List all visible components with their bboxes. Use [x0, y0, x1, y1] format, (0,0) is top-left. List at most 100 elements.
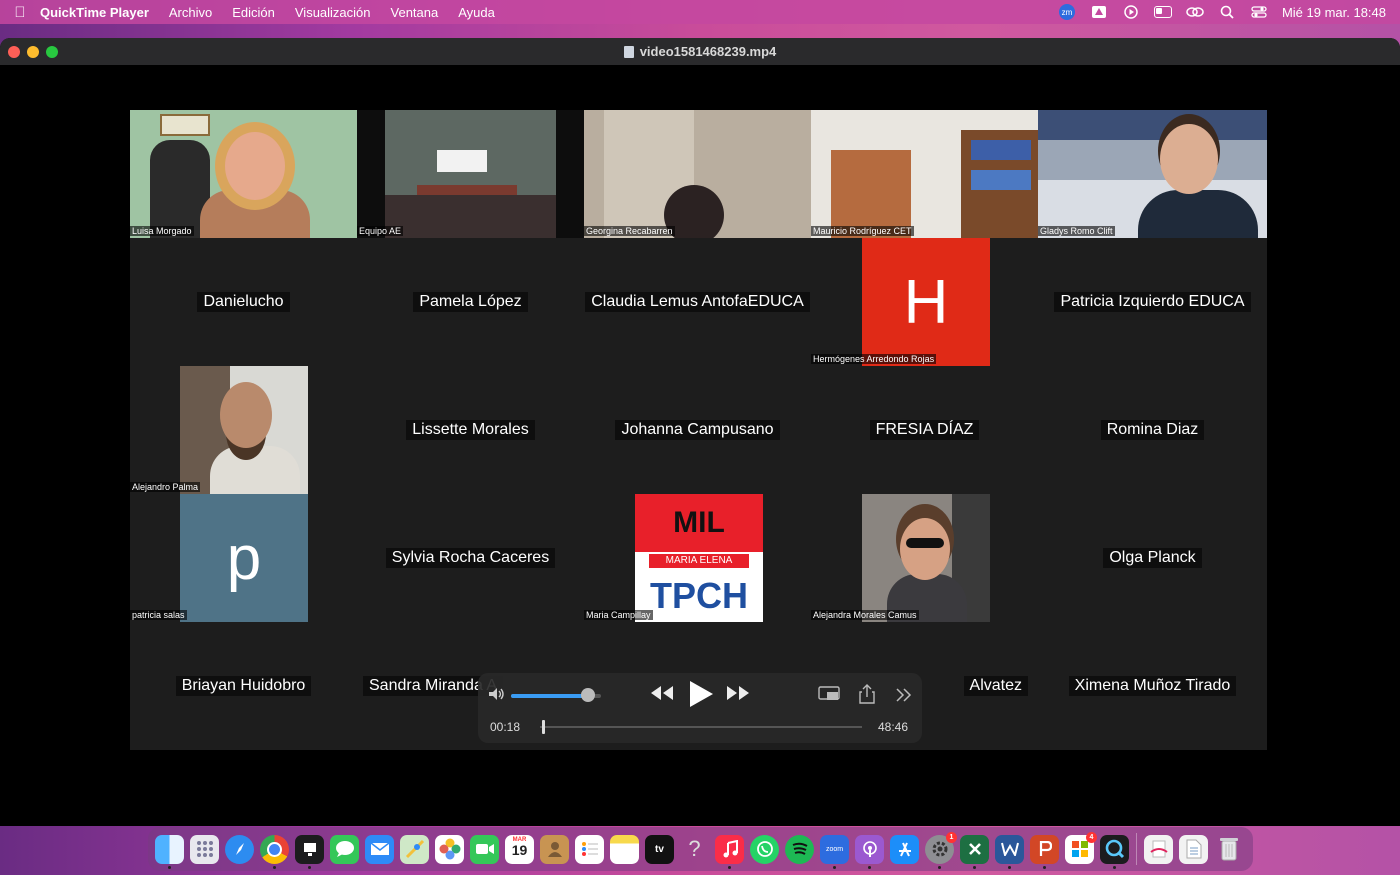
settings-badge: 1 — [946, 831, 957, 843]
fullscreen-window-button[interactable] — [46, 46, 58, 58]
participant-name: Sylvia Rocha Caceres — [385, 548, 556, 568]
notes-icon[interactable] — [610, 834, 639, 864]
participant-name-tag: Maria Campillay — [584, 610, 653, 620]
safari-icon[interactable] — [225, 834, 254, 864]
link-icon[interactable] — [1186, 5, 1204, 19]
play-circle-icon[interactable] — [1122, 5, 1140, 19]
document-file-icon[interactable] — [1179, 834, 1208, 864]
close-window-button[interactable] — [8, 46, 20, 58]
dock-separator — [1136, 833, 1137, 865]
playback-controls: 00:18 48:46 — [478, 673, 922, 743]
word-icon[interactable] — [995, 834, 1024, 869]
maps-icon[interactable] — [400, 834, 429, 864]
apple-menu-icon[interactable]:  — [0, 4, 40, 21]
system-settings-icon[interactable]: 1 — [925, 831, 957, 869]
finder-icon[interactable] — [155, 834, 184, 869]
rewind-button[interactable] — [650, 685, 674, 706]
participant-tile: Pamela López — [357, 238, 584, 366]
search-icon[interactable] — [1218, 5, 1236, 19]
battery-icon[interactable] — [1153, 5, 1172, 19]
avatar-letter: p — [226, 523, 262, 593]
participant-tile: Lissette Morales — [357, 366, 584, 494]
window-title: video1581468239.mp4 — [639, 44, 777, 59]
volume-slider-fill — [511, 694, 588, 698]
participant-tile: Equipo AE — [357, 110, 584, 238]
volume-icon[interactable] — [488, 687, 506, 704]
quicktime-window: video1581468239.mp4 Luisa Morgado Equipo… — [0, 38, 1400, 826]
podcasts-icon[interactable] — [855, 834, 884, 869]
menu-bar:  QuickTime Player Archivo Edición Visua… — [0, 0, 1400, 24]
chrome-icon[interactable] — [260, 834, 289, 869]
clock[interactable]: Mié 19 mar. 18:48 — [1282, 5, 1386, 20]
menu-app-name[interactable]: QuickTime Player — [40, 5, 149, 20]
remote-desktop-icon[interactable] — [295, 834, 324, 869]
music-icon[interactable] — [715, 834, 744, 869]
facetime-icon[interactable] — [470, 834, 499, 864]
zoom-status-icon[interactable]: zm — [1058, 4, 1076, 20]
participant-tile: Mauricio Rodríguez CET — [811, 110, 1038, 238]
app-store-icon[interactable] — [890, 834, 919, 864]
zoom-status-label: zm — [1058, 4, 1075, 20]
participant-tile: Olga Planck — [1038, 494, 1267, 622]
participant-tile: Georgina Recabarren — [584, 110, 811, 238]
minimize-window-button[interactable] — [27, 46, 39, 58]
logo-bottom-text: TPCH — [650, 575, 748, 616]
participant-name-tag: Alejandra Morales Camus — [811, 610, 919, 620]
participant-name: Claudia Lemus AntofaEDUCA — [585, 292, 810, 312]
apple-tv-icon[interactable]: tv — [645, 834, 674, 864]
control-center-icon[interactable] — [1250, 5, 1268, 19]
participant-tile: Claudia Lemus AntofaEDUCA — [584, 238, 811, 366]
tv-label: tv — [655, 843, 664, 855]
spotify-icon[interactable] — [785, 834, 814, 864]
zoom-label: zoom — [825, 845, 844, 853]
menu-ventana[interactable]: Ventana — [391, 5, 439, 20]
timeline-track[interactable] — [540, 726, 862, 728]
participant-tile: Patricia Izquierdo EDUCA — [1038, 238, 1267, 366]
menu-edicion[interactable]: Edición — [232, 5, 275, 20]
excel-icon[interactable] — [960, 834, 989, 869]
participant-tile: Johanna Campusano — [584, 366, 811, 494]
photos-icon[interactable] — [435, 834, 464, 864]
pdf-document-icon[interactable] — [1144, 834, 1173, 864]
participant-tile: Luisa Morgado — [130, 110, 357, 238]
mail-icon[interactable] — [365, 834, 394, 864]
menu-archivo[interactable]: Archivo — [169, 5, 212, 20]
participant-tile: FRESIA DÍAZ — [811, 366, 1038, 494]
help-icon[interactable]: ? — [680, 835, 709, 864]
powerpoint-icon[interactable] — [1030, 834, 1059, 869]
reminders-icon[interactable] — [575, 834, 604, 864]
participant-tile: Romina Diaz — [1038, 366, 1267, 494]
participant-name-tag: Georgina Recabarren — [584, 226, 675, 236]
current-time: 00:18 — [490, 720, 521, 734]
dock: MAR 19 tv ? zoom 1 4 — [148, 827, 1253, 871]
menu-ayuda[interactable]: Ayuda — [458, 5, 495, 20]
logo-middle-text: MARIA ELENA — [649, 554, 749, 568]
drive-icon[interactable] — [1090, 5, 1108, 19]
participant-name: Olga Planck — [1103, 548, 1202, 568]
contacts-icon[interactable] — [540, 834, 569, 864]
participant-tile: MIL MARIA ELENA TPCH Maria Campillay — [584, 494, 811, 622]
whatsapp-icon[interactable] — [750, 834, 779, 864]
share-icon[interactable] — [859, 684, 875, 709]
zoom-app-icon[interactable]: zoom — [820, 834, 849, 869]
calendar-icon[interactable]: MAR 19 — [505, 834, 534, 864]
participant-name: Lissette Morales — [406, 420, 535, 440]
messages-icon[interactable] — [330, 834, 359, 864]
timeline-playhead[interactable] — [541, 720, 545, 734]
participant-name: Ximena Muñoz Tirado — [1068, 676, 1237, 696]
volume-slider-knob[interactable] — [580, 688, 595, 702]
participant-tile: Ximena Muñoz Tirado — [1038, 622, 1267, 750]
quicktime-icon[interactable] — [1100, 834, 1129, 869]
launchpad-icon[interactable] — [190, 834, 219, 864]
play-button[interactable] — [688, 680, 714, 713]
airplay-icon[interactable] — [818, 686, 840, 707]
more-chevrons-icon[interactable] — [896, 688, 912, 707]
menu-visualizacion[interactable]: Visualización — [295, 5, 371, 20]
participant-name-tag: patricia salas — [130, 610, 187, 620]
document-icon — [623, 45, 634, 58]
office-launcher-icon[interactable]: 4 — [1065, 831, 1097, 864]
window-titlebar[interactable]: video1581468239.mp4 — [0, 38, 1400, 65]
fast-forward-button[interactable] — [726, 685, 750, 706]
school-logo: MIL MARIA ELENA TPCH — [635, 494, 763, 622]
trash-icon[interactable] — [1214, 835, 1243, 864]
